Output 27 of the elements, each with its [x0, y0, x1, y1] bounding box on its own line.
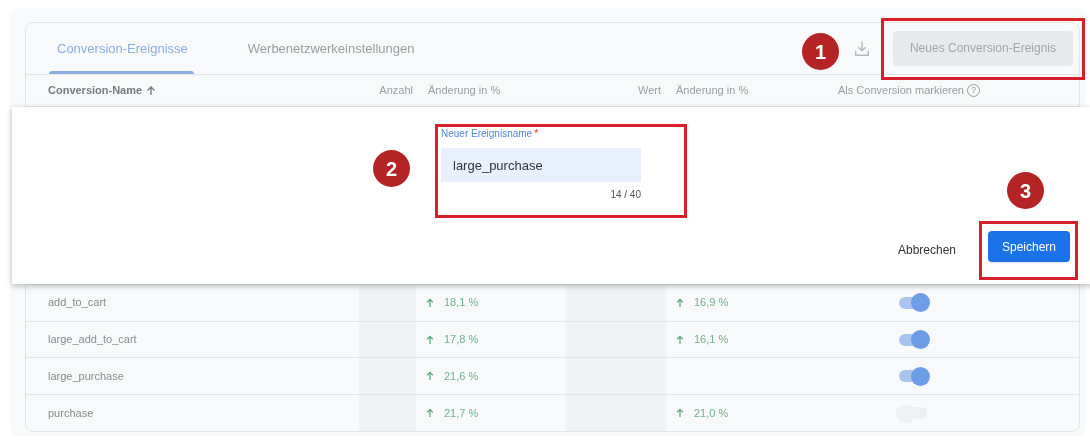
tab[interactable]: Werbenetzwerkeinstellungen — [233, 24, 429, 74]
column-header: Als Conversion markieren — [838, 83, 964, 99]
percent-change: 21,0 % — [694, 405, 729, 421]
percent-change: 18,1 % — [444, 295, 479, 311]
tab[interactable]: Conversion-Ereignisse — [43, 24, 202, 74]
table-cell: large_purchase — [48, 370, 124, 383]
table-cell: purchase — [48, 406, 94, 419]
masked-cell — [359, 284, 416, 321]
percent-change: 16,9 % — [694, 295, 729, 311]
column-header: Anzahl — [379, 84, 413, 97]
column-header: Änderung in % — [676, 84, 749, 97]
percent-change: 21,6 % — [444, 369, 479, 385]
input-field[interactable]: large_purchase — [441, 148, 641, 183]
column-header: Conversion-Name — [48, 83, 143, 99]
percent-change: 16,1 % — [694, 332, 729, 348]
save-button[interactable]: Speichern — [988, 231, 1070, 263]
sort-arrow-icon[interactable] — [146, 85, 157, 96]
character-counter: 14 / 40 — [609, 188, 641, 203]
table-cell: add_to_cart — [48, 296, 107, 309]
cancel-button[interactable]: Abbrechen — [896, 235, 959, 266]
column-header: Änderung in % — [428, 84, 501, 97]
column-header: Wert — [637, 84, 661, 97]
table-cell: large_add_to_cart — [48, 333, 137, 346]
field-label: Neuer Ereignisname * — [441, 127, 540, 142]
percent-change: 21,7 % — [444, 405, 479, 421]
percent-change: 17,8 % — [444, 332, 479, 348]
download-icon[interactable] — [853, 40, 871, 58]
